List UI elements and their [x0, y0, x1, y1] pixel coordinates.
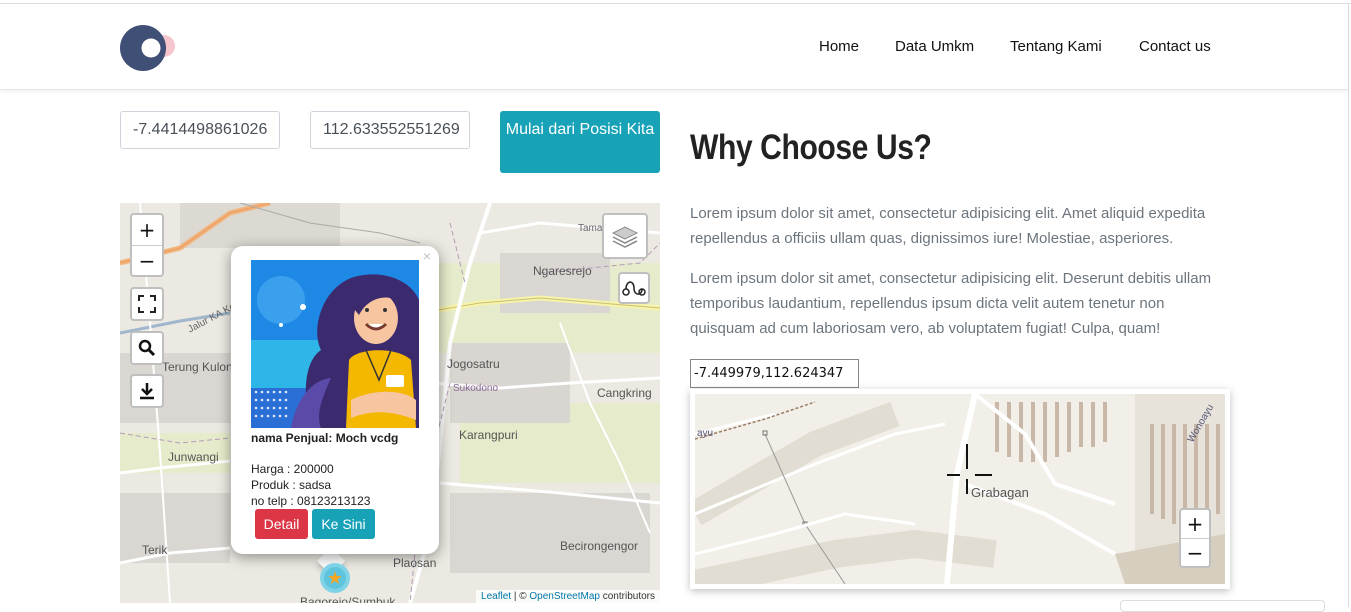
- map-label-terung-kulon: Terung Kulon: [162, 360, 233, 374]
- osm-link[interactable]: OpenStreetMap: [529, 591, 600, 602]
- right-border: [1348, 3, 1349, 607]
- map-download-button[interactable]: [130, 374, 164, 408]
- why-choose-us-title: Why Choose Us?: [690, 128, 932, 167]
- map-zoom-control: + −: [130, 213, 164, 277]
- nav-tentang-kami[interactable]: Tentang Kami: [1010, 38, 1102, 55]
- why-paragraph-2: Lorem ipsum dolor sit amet, consectetur …: [690, 270, 1212, 337]
- zoom-in-button[interactable]: +: [132, 215, 162, 245]
- nav-home[interactable]: Home: [819, 38, 859, 55]
- nav-data-umkm[interactable]: Data Umkm: [895, 38, 974, 55]
- map2-label-grabagan: Grabagan: [971, 485, 1029, 500]
- map-label-junwangi: Junwangi: [168, 450, 219, 464]
- detail-button[interactable]: Detail: [255, 509, 308, 539]
- map-attribution: Leaflet | © OpenStreetMap contributors: [476, 590, 660, 603]
- umkm-map[interactable]: Ngaresrejo Jogosatru Sukodono Cangkring …: [120, 203, 660, 603]
- attribution-contributors: contributors: [599, 591, 655, 602]
- map-label-bagorejo: Bagorejo/Sumbuk: [300, 595, 396, 603]
- routing-button[interactable]: [618, 272, 650, 304]
- seller-price: Harga : 200000: [251, 462, 334, 476]
- map-label-cangkring: Cangkring: [597, 386, 652, 400]
- map2-zoom-out-button[interactable]: −: [1181, 538, 1209, 566]
- start-from-position-button[interactable]: Mulai dari Posisi Kita: [500, 111, 660, 173]
- map2-label-ayu: ayu: [697, 428, 714, 439]
- leaflet-link[interactable]: Leaflet: [481, 591, 511, 602]
- search-icon: [138, 339, 156, 357]
- fullscreen-button[interactable]: [130, 287, 164, 321]
- logo[interactable]: [120, 24, 180, 74]
- seller-name: nama Penjual: Moch vcdg: [251, 431, 399, 445]
- location-picker-map[interactable]: Grabagan Wonoayu ayu + −: [690, 389, 1230, 589]
- star-icon: ★: [326, 567, 344, 589]
- route-icon: [622, 281, 646, 296]
- seller-product: Produk : sadsa: [251, 478, 332, 492]
- why-paragraph-1: Lorem ipsum dolor sit amet, consectetur …: [690, 205, 1206, 247]
- map-label-jogosatru: Jogosatru: [447, 357, 500, 371]
- zoom-out-button[interactable]: −: [132, 245, 162, 275]
- map-label-sukodono: Sukodono: [453, 383, 499, 394]
- map-search-button[interactable]: [130, 331, 164, 365]
- seller-popup: × nama Penjual: Moch vcdg Harga: 200000…: [231, 246, 439, 554]
- map-label-ngaresrejo: Ngaresrejo: [533, 264, 592, 278]
- nav-contact-us[interactable]: Contact us: [1139, 38, 1211, 55]
- ke-sini-button[interactable]: Ke Sini: [312, 509, 375, 539]
- seller-marker[interactable]: ★: [320, 563, 350, 593]
- site-header: Home Data Umkm Tentang Kami Contact us: [0, 4, 1348, 90]
- latitude-input[interactable]: -7.4414498861026: [120, 111, 280, 149]
- layers-button[interactable]: [602, 213, 648, 259]
- map2-tiles: [695, 394, 1225, 584]
- map-label-plaosan: Plaosan: [393, 556, 437, 570]
- map-label-terik: Terik: [142, 543, 168, 557]
- popup-close-button[interactable]: ×: [423, 248, 431, 264]
- seller-illustration: [251, 260, 419, 428]
- download-icon: [140, 383, 154, 400]
- fullscreen-icon: [138, 295, 156, 313]
- map2-zoom-control: + −: [1179, 508, 1211, 568]
- layers-icon: [611, 226, 639, 248]
- attribution-separator: | ©: [511, 591, 530, 602]
- map-label-becirongengor: Becirongengor: [560, 539, 639, 553]
- map2-zoom-in-button[interactable]: +: [1181, 510, 1209, 538]
- seller-phone: no telp : 08123213123: [251, 494, 371, 508]
- longitude-input[interactable]: 112.633552551269: [310, 111, 470, 149]
- map-label-karangpuri: Karangpuri: [459, 428, 518, 442]
- floating-widget-edge[interactable]: [1120, 600, 1325, 612]
- latlng-readout[interactable]: -7.449979,112.624347: [690, 359, 859, 388]
